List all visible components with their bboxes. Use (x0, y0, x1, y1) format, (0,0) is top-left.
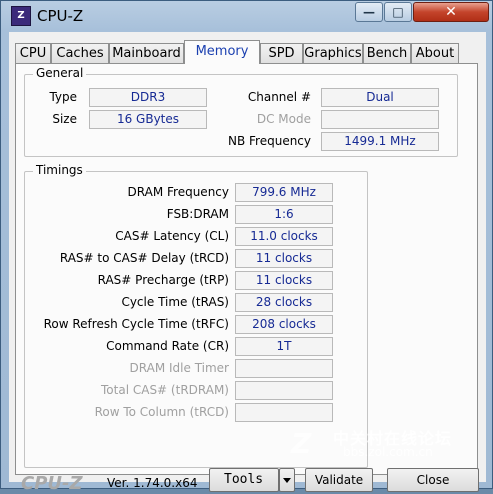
general-group: General Type DDR3 Size 16 GBytes Channel… (24, 66, 458, 157)
timing-value: 11 clocks (235, 271, 333, 290)
maximize-icon: □ (392, 5, 404, 19)
tab-bench[interactable]: Bench (363, 43, 411, 63)
version-text: Ver. 1.74.0.x64 (107, 476, 198, 490)
tab-spd[interactable]: SPD (260, 43, 303, 63)
close-window-button[interactable]: ✕ (413, 2, 489, 22)
channel-value: Dual (321, 88, 439, 107)
timing-label: RAS# to CAS# Delay (tRCD) (59, 251, 229, 265)
timing-value (235, 381, 333, 400)
close-icon: ✕ (445, 4, 457, 20)
timing-value: 1:6 (235, 205, 333, 224)
nb-frequency-label: NB Frequency (227, 134, 311, 148)
tools-button[interactable]: Tools (209, 468, 279, 492)
client-area: CPU Caches Mainboard Memory SPD Graphics… (9, 32, 486, 494)
nb-frequency-value: 1499.1 MHz (321, 132, 439, 151)
timings-group: Timings DRAM Frequency 799.6 MHz FSB:DRAM 1… (24, 163, 368, 468)
cpu-z-brand-logo: CPU-Z (21, 473, 83, 494)
tab-caches[interactable]: Caches (51, 43, 109, 63)
cpu-z-app-icon[interactable]: Z (11, 6, 31, 26)
tab-memory[interactable]: Memory (184, 40, 260, 64)
tab-cpu[interactable]: CPU (15, 43, 51, 63)
minimize-icon: — (363, 5, 375, 19)
timing-value (235, 359, 333, 378)
memory-panel: General Type DDR3 Size 16 GBytes Channel… (15, 63, 478, 475)
timing-label: DRAM Frequency (127, 185, 229, 199)
timings-title: Timings (33, 163, 86, 177)
timing-value (235, 403, 333, 422)
timing-label: Row Refresh Cycle Time (tRFC) (43, 317, 229, 331)
timing-label: RAS# Precharge (tRP) (97, 273, 229, 287)
maximize-button[interactable]: □ (384, 2, 412, 22)
tab-mainboard[interactable]: Mainboard (109, 43, 184, 63)
timing-value: 799.6 MHz (235, 183, 333, 202)
timing-label: Total CAS# (tRDRAM) (101, 383, 229, 397)
chevron-down-icon (283, 478, 291, 483)
channel-label: Channel # (247, 90, 311, 104)
window-title: CPU-Z (37, 7, 84, 25)
timing-value: 28 clocks (235, 293, 333, 312)
cpu-z-window: Z CPU-Z — □ ✕ CPU Caches Mainboard Memor… (0, 0, 493, 494)
tab-graphics[interactable]: Graphics (303, 43, 363, 63)
validate-button[interactable]: Validate (305, 468, 373, 492)
timing-label: CAS# Latency (CL) (115, 229, 229, 243)
type-label: Type (49, 90, 77, 104)
timing-label: DRAM Idle Timer (129, 361, 229, 375)
timing-value: 11.0 clocks (235, 227, 333, 246)
minimize-button[interactable]: — (355, 2, 383, 22)
close-button[interactable]: Close (387, 468, 479, 492)
title-bar[interactable]: Z CPU-Z — □ ✕ (1, 1, 492, 33)
general-title: General (33, 66, 87, 80)
timing-value: 1T (235, 337, 333, 356)
tab-about[interactable]: About (411, 43, 459, 63)
timing-label: FSB:DRAM (166, 207, 229, 221)
timing-label: Command Rate (CR) (106, 339, 229, 353)
dc-mode-label: DC Mode (256, 112, 311, 126)
timing-value: 208 clocks (235, 315, 333, 334)
size-value: 16 GBytes (89, 110, 207, 129)
timing-label: Row To Column (tRCD) (94, 405, 229, 419)
timing-label: Cycle Time (tRAS) (121, 295, 229, 309)
size-label: Size (52, 112, 77, 126)
dc-mode-value (321, 110, 439, 129)
timing-value: 11 clocks (235, 249, 333, 268)
tools-dropdown-button[interactable] (279, 468, 295, 492)
type-value: DDR3 (89, 88, 207, 107)
